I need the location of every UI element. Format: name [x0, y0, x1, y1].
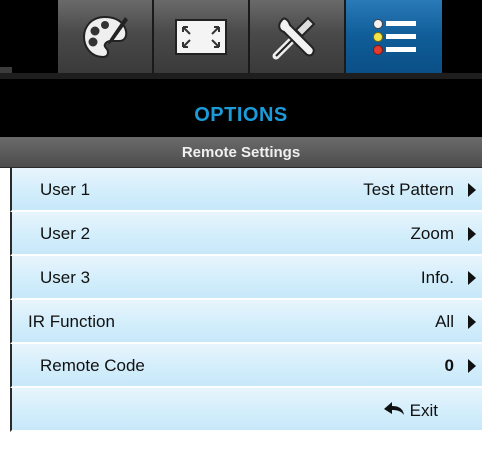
row-label: User 3 [40, 268, 91, 287]
row-ir-function[interactable]: IR Function All [10, 300, 482, 344]
exit-wrapper: Exit [382, 399, 438, 422]
row-label: User 1 [40, 180, 91, 199]
settings-list: User 1 Test Pattern User 2 Zoom User 3 I… [10, 168, 482, 432]
row-user-3[interactable]: User 3 Info. [10, 256, 482, 300]
row-value: All [435, 312, 454, 331]
row-label: User 2 [40, 224, 91, 243]
tab-image[interactable] [58, 0, 154, 73]
row-user-2[interactable]: User 2 Zoom [10, 212, 482, 256]
arrow-right-icon[interactable] [468, 227, 476, 241]
tab-setup[interactable] [250, 0, 346, 73]
row-value: Info. [420, 268, 454, 287]
row-value: Zoom [410, 224, 454, 243]
row-label: Remote Code [40, 356, 145, 375]
arrow-right-icon[interactable] [468, 315, 476, 329]
row-remote-code[interactable]: Remote Code 0 [10, 344, 482, 388]
tab-options[interactable] [346, 0, 442, 73]
exit-label: Exit [409, 400, 438, 420]
submenu-title: Remote Settings [181, 144, 301, 161]
arrow-right-icon[interactable] [468, 359, 476, 373]
row-user-1[interactable]: User 1 Test Pattern [10, 168, 482, 212]
menu-title: OPTIONS [194, 104, 288, 126]
exit-button[interactable]: Exit [10, 388, 482, 432]
row-value: Test Pattern [363, 180, 454, 199]
row-label: IR Function [28, 312, 115, 331]
top-tab-bar [0, 0, 482, 79]
return-arrow-icon [382, 399, 406, 422]
row-value: 0 [444, 356, 454, 375]
arrow-right-icon[interactable] [468, 271, 476, 285]
arrow-right-icon[interactable] [468, 183, 476, 197]
tab-display[interactable] [154, 0, 250, 73]
